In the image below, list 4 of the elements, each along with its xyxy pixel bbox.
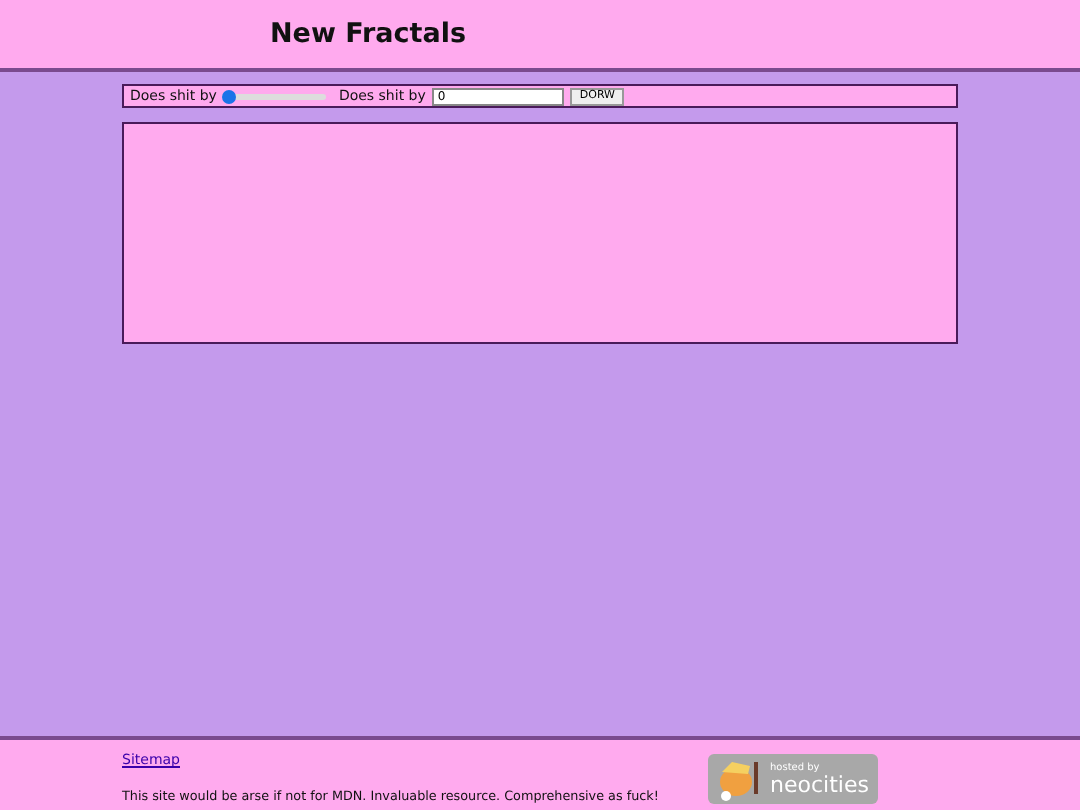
slider[interactable] (222, 93, 327, 99)
badge-brand: neocities (770, 773, 869, 795)
page-title: New Fractals (270, 17, 466, 51)
slider-thumb[interactable] (222, 89, 237, 103)
